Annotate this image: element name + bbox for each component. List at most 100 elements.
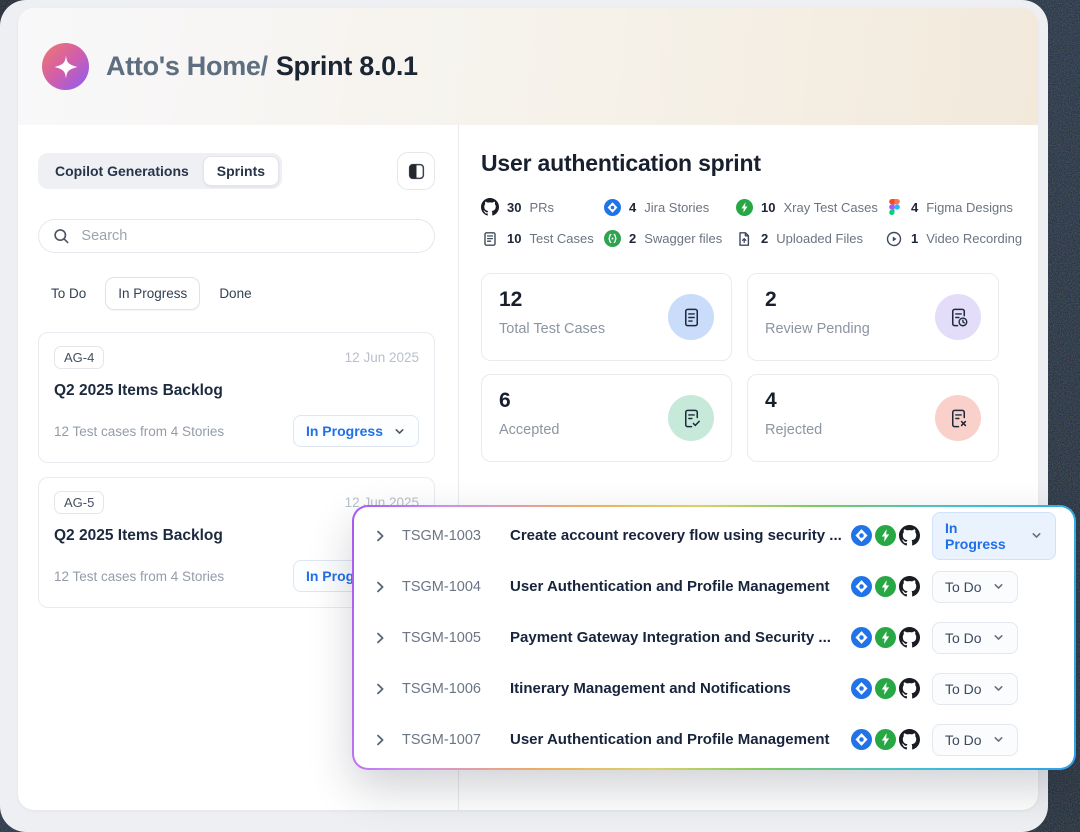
chevron-right-icon[interactable] [372, 528, 390, 544]
chevron-down-icon [992, 733, 1005, 746]
breadcrumb-home[interactable]: Atto's Home/ [106, 51, 268, 81]
chevron-right-icon[interactable] [372, 732, 390, 748]
stat-value: 30 [507, 200, 521, 215]
story-title: User Authentication and Profile Manageme… [510, 578, 848, 595]
app-header: Atto's Home/Sprint 8.0.1 [18, 8, 1038, 125]
github-icon [899, 576, 920, 597]
chevron-right-icon[interactable] [372, 681, 390, 697]
story-title: User Authentication and Profile Manageme… [510, 731, 848, 748]
summary-value: 12 [499, 288, 605, 312]
stat-value: 4 [629, 200, 636, 215]
stat-jira-stories: 4 Jira Stories [603, 198, 735, 216]
chevron-down-icon [992, 631, 1005, 644]
tab-copilot-generations[interactable]: Copilot Generations [41, 156, 203, 186]
xray-icon [875, 627, 896, 648]
stat-label: Test Cases [529, 231, 593, 246]
stat-label: Video Recording [926, 231, 1022, 246]
xray-icon [875, 525, 896, 546]
stat-label: PRs [529, 200, 554, 215]
story-status-dropdown[interactable]: In Progress [932, 512, 1056, 560]
story-status-label: In Progress [945, 520, 1020, 552]
summary-label: Total Test Cases [499, 321, 605, 337]
github-icon [899, 678, 920, 699]
story-title: Payment Gateway Integration and Security… [510, 629, 848, 646]
story-row[interactable]: TSGM-1005 Payment Gateway Integration an… [366, 612, 1062, 663]
jira-icon [851, 627, 872, 648]
document-check-icon [668, 395, 714, 441]
filter-done[interactable]: Done [206, 277, 264, 310]
story-source-icons [848, 678, 920, 699]
summary-card-rejected: 4 Rejected [747, 374, 999, 462]
sparkle-star-icon [53, 54, 79, 80]
story-source-icons [848, 627, 920, 648]
sidebar-panel-icon [407, 162, 426, 181]
stat-label: Xray Test Cases [783, 200, 877, 215]
story-id: TSGM-1004 [402, 579, 496, 595]
test-cases-icon [481, 231, 499, 247]
search-bar[interactable] [38, 219, 435, 253]
stat-figma-designs: 4 Figma Designs [885, 198, 1022, 216]
xray-icon [875, 576, 896, 597]
story-status-dropdown[interactable]: To Do [932, 571, 1018, 603]
stat-value: 4 [911, 200, 918, 215]
jira-icon [851, 576, 872, 597]
chevron-down-icon [992, 580, 1005, 593]
summary-cards: 12 Total Test Cases 2 Review Pending [481, 273, 1038, 462]
summary-value: 4 [765, 389, 822, 413]
jira-icon [851, 729, 872, 750]
story-row[interactable]: TSGM-1003 Create account recovery flow u… [366, 510, 1062, 561]
story-status-dropdown[interactable]: To Do [932, 673, 1018, 705]
summary-label: Rejected [765, 422, 822, 438]
story-id: TSGM-1007 [402, 732, 496, 748]
chevron-right-icon[interactable] [372, 579, 390, 595]
chevron-right-icon[interactable] [372, 630, 390, 646]
sprint-id-badge: AG-5 [54, 491, 104, 514]
story-status-dropdown[interactable]: To Do [932, 622, 1018, 654]
sprint-card-subtitle: 12 Test cases from 4 Stories [54, 424, 224, 439]
document-clock-icon [935, 294, 981, 340]
video-icon [885, 231, 903, 247]
view-segmented-control: Copilot Generations Sprints [38, 153, 282, 189]
tab-sprints[interactable]: Sprints [203, 156, 279, 186]
story-title: Create account recovery flow using secur… [510, 527, 848, 544]
summary-card-review-pending: 2 Review Pending [747, 273, 999, 361]
stat-value: 10 [761, 200, 775, 215]
xray-icon [735, 199, 753, 216]
jira-icon [603, 199, 621, 216]
stat-uploaded-files: 2 Uploaded Files [735, 230, 885, 247]
sprint-card-title: Q2 2025 Items Backlog [54, 382, 419, 400]
search-input[interactable] [81, 228, 421, 244]
github-icon [481, 198, 499, 216]
sprint-card-ag4[interactable]: AG-4 12 Jun 2025 Q2 2025 Items Backlog 1… [38, 332, 435, 463]
swagger-icon [603, 230, 621, 247]
story-status-label: To Do [945, 681, 982, 697]
stat-label: Swagger files [644, 231, 722, 246]
stat-value: 2 [629, 231, 636, 246]
stat-label: Uploaded Files [776, 231, 863, 246]
story-row[interactable]: TSGM-1004 User Authentication and Profil… [366, 561, 1062, 612]
breadcrumb: Atto's Home/Sprint 8.0.1 [106, 51, 418, 82]
stat-xray-test-cases: 10 Xray Test Cases [735, 198, 885, 216]
stat-prs: 30 PRs [481, 198, 603, 216]
atto-logo [42, 43, 89, 90]
stat-value: 1 [911, 231, 918, 246]
summary-label: Review Pending [765, 321, 870, 337]
chevron-down-icon [992, 682, 1005, 695]
stat-video-recording: 1 Video Recording [885, 230, 1022, 247]
story-row[interactable]: TSGM-1006 Itinerary Management and Notif… [366, 663, 1062, 714]
panel-toggle-button[interactable] [397, 152, 435, 190]
filter-todo[interactable]: To Do [38, 277, 99, 310]
filter-in-progress[interactable]: In Progress [105, 277, 200, 310]
sprint-title: User authentication sprint [481, 150, 1038, 177]
story-title: Itinerary Management and Notifications [510, 680, 848, 697]
story-row[interactable]: TSGM-1007 User Authentication and Profil… [366, 714, 1062, 765]
summary-card-accepted: 6 Accepted [481, 374, 732, 462]
document-icon [668, 294, 714, 340]
summary-value: 2 [765, 288, 870, 312]
story-status-dropdown[interactable]: To Do [932, 724, 1018, 756]
story-status-label: To Do [945, 579, 982, 595]
summary-value: 6 [499, 389, 559, 413]
stat-value: 10 [507, 231, 521, 246]
github-icon [899, 729, 920, 750]
sprint-status-dropdown[interactable]: In Progress [293, 415, 419, 447]
